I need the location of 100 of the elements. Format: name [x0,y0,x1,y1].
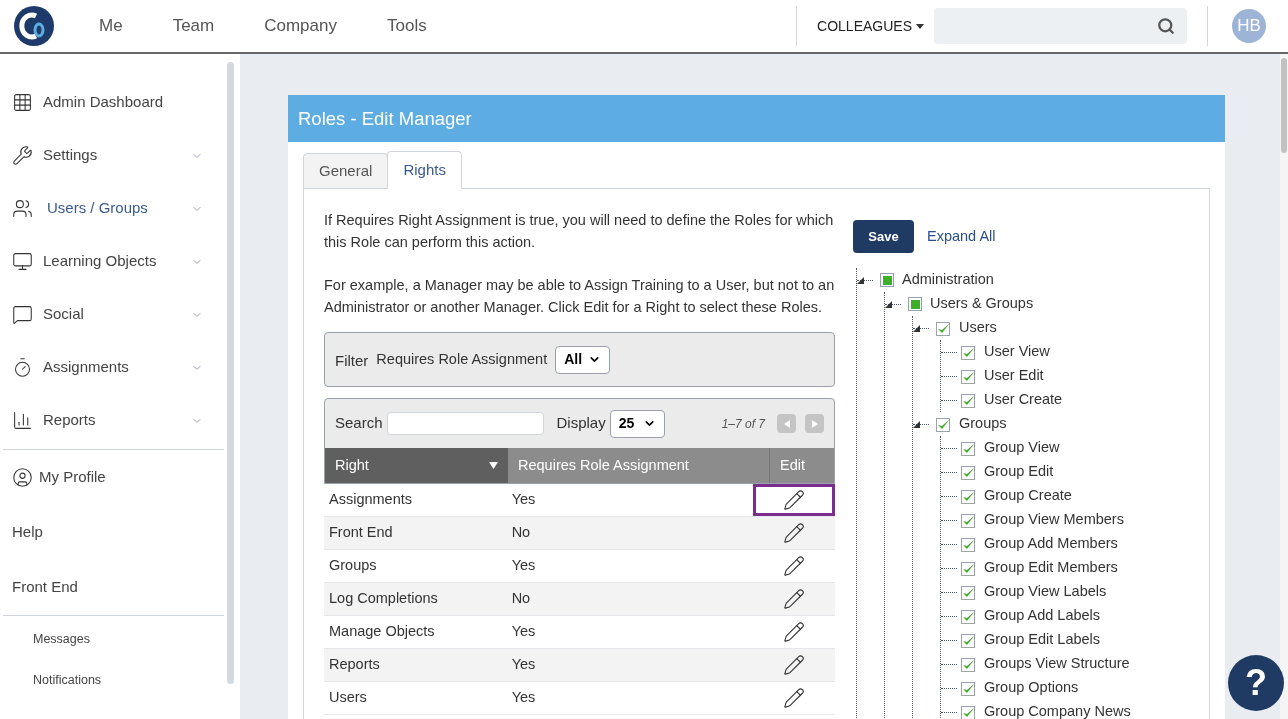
checked-checkbox[interactable] [961,392,976,408]
tree-item-label[interactable]: Users & Groups [930,293,1034,315]
page-scrollbar[interactable] [1280,54,1288,719]
tree-item-label[interactable]: Users [959,317,997,339]
checked-checkbox[interactable] [961,608,976,624]
tree-item-label[interactable]: Group Add Labels [984,605,1101,627]
tab[interactable]: Rights [387,151,462,189]
bar-chart-icon [12,410,33,431]
search-icon[interactable] [1157,17,1175,35]
sidebar-item[interactable]: Settings [0,129,227,182]
table-cell-text: Front End [328,523,394,543]
nav-link[interactable]: Me [99,13,123,39]
tree-item-label[interactable]: Groups View Structure [984,653,1130,675]
page-range: 1–7 of 7 [721,415,765,433]
partial-checkbox[interactable] [908,297,922,311]
tab[interactable]: General [303,153,389,189]
filter-select[interactable]: All [555,345,611,374]
table-cell-text: No [510,523,532,543]
pencil-icon [783,588,806,610]
tree-item-label[interactable]: User Create [984,389,1063,411]
tree-item-label[interactable]: Group Edit [984,461,1054,483]
expanded-arrow-icon[interactable] [857,276,864,284]
checked-checkbox[interactable] [961,632,976,648]
expanded-arrow-icon[interactable] [913,420,920,428]
pencil-icon [783,489,806,511]
display-label: Display [556,413,606,434]
tree-item-label[interactable]: Groups [959,413,1007,435]
tree-item-label[interactable]: Group Edit Labels [984,629,1101,651]
table-cell-text: Log Completions [328,589,439,609]
checked-checkbox[interactable] [961,536,976,552]
checked-checkbox[interactable] [961,488,976,504]
checked-checkbox[interactable] [961,584,976,600]
sidebar-item[interactable]: Social [0,288,227,341]
sidebar-item[interactable]: Reports [0,394,227,447]
stopwatch-icon [12,357,33,378]
save-button[interactable]: Save [853,220,914,253]
checked-checkbox[interactable] [961,560,976,576]
sidebar-link[interactable]: Front End [0,560,227,615]
tree-item-label[interactable]: Group Options [984,677,1079,699]
pencil-icon [783,654,806,676]
pencil-icon [783,687,806,709]
search-field[interactable] [934,8,1187,44]
expand-all-link[interactable]: Expand All [927,225,996,248]
nav-link[interactable]: Team [172,13,215,39]
scrollbar[interactable] [227,62,234,684]
nav-link[interactable]: Company [264,13,337,39]
display-select[interactable]: 25 [609,409,665,438]
tree-item-label[interactable]: Group Company News [984,701,1131,719]
checked-checkbox[interactable] [961,680,976,696]
tree-item-label[interactable]: User View [984,341,1050,363]
colleagues-dropdown[interactable]: COLLEAGUES [817,15,924,37]
tree-item-label[interactable]: Group View [984,437,1060,459]
sidebar-item[interactable]: Admin Dashboard [0,76,227,129]
checked-checkbox[interactable] [961,656,976,672]
next-page-button[interactable] [805,414,824,433]
tree-item-label[interactable]: Group View Labels [984,581,1107,603]
table-cell-text: No [510,589,532,609]
checked-checkbox[interactable] [961,704,976,719]
search-input[interactable] [386,412,544,435]
sidebar-link[interactable]: Help [0,505,227,560]
tree-item-label[interactable]: Group Edit Members [984,557,1118,579]
edit-button[interactable] [753,484,835,516]
tree-item-label[interactable]: Group Create [984,485,1072,507]
sidebar-sublink[interactable]: Notifications [33,670,227,690]
expanded-arrow-icon[interactable] [913,324,920,332]
description-text: If Requires Right Assignment is true, you will need to define the Roles for which this Role can perform this action. [324,211,835,252]
tree-item-label[interactable]: Administration [902,269,994,291]
logo-icon[interactable] [14,6,54,46]
table-cell-text: Reports [328,655,381,675]
sidebar-item[interactable]: Assignments [0,341,227,394]
tree-item-label[interactable]: Group Add Members [984,533,1118,555]
description-text: For example, a Manager may be able to Assign Training to a User, but not to an Administrator or another Manager. Click Edit for a Right to select these Roles. [324,276,835,317]
checked-checkbox[interactable] [961,464,976,480]
expanded-arrow-icon[interactable] [885,300,892,308]
checked-checkbox[interactable] [961,344,976,360]
previous-page-button[interactable] [777,414,796,433]
checked-checkbox[interactable] [936,320,951,336]
wrench-icon [12,145,33,166]
sidebar-item[interactable]: Users / Groups [0,182,227,235]
checked-checkbox[interactable] [961,512,976,528]
left-arrow-icon [783,419,790,428]
sidebar-sublink[interactable]: Messages [33,630,227,649]
pencil-icon [783,555,806,577]
partial-checkbox[interactable] [880,273,894,287]
table-cell-text: Manage Objects [328,622,436,642]
tree-item-label[interactable]: User Edit [984,365,1044,387]
checked-checkbox[interactable] [961,368,976,384]
checked-checkbox[interactable] [936,416,951,432]
chat-bubble-icon [12,304,33,325]
card-title: Roles - Edit Manager [288,95,1225,142]
column-header[interactable]: Right [325,448,508,483]
sidebar-link[interactable]: My Profile [0,450,227,505]
pencil-icon [783,522,806,544]
tree-item-label[interactable]: Group View Members [984,509,1124,531]
checked-checkbox[interactable] [961,440,976,456]
table-cell-text: Yes [510,688,537,708]
sidebar-item[interactable]: Learning Objects [0,235,227,288]
filter-field-label: Requires Role Assignment [376,349,548,369]
caret-icon [916,23,924,29]
nav-link[interactable]: Tools [386,13,427,39]
